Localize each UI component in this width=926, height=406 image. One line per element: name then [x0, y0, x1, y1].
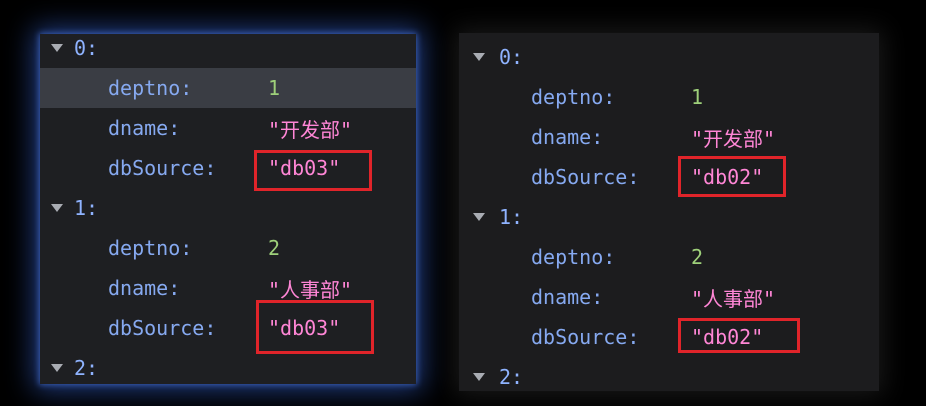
property-value-string: "人事部" [268, 277, 353, 302]
property-value-string: "人事部" [691, 286, 776, 311]
disclosure-triangle-down-icon[interactable] [473, 373, 485, 381]
json-viewer-left: 0: deptno: 1 dname: "开发部" dbSource: "db0… [40, 34, 416, 384]
property-key: dbSource: [531, 165, 640, 189]
tree-node-2[interactable]: 2: [40, 348, 416, 384]
highlight-box [678, 156, 786, 197]
node-index: 2: [74, 356, 99, 380]
highlight-box [256, 300, 374, 354]
property-value-number: 2 [268, 236, 281, 260]
property-key: deptno: [531, 245, 616, 269]
property-key: dname: [531, 125, 604, 149]
node-index: 2: [499, 365, 524, 389]
json-viewer-right: 0: deptno: 1 dname: "开发部" dbSource: "db0… [459, 33, 879, 391]
property-value-number: 1 [268, 76, 281, 100]
node-index: 0: [499, 45, 524, 69]
tree-node-1[interactable]: 1: [459, 197, 879, 237]
node-index: 1: [499, 205, 524, 229]
property-row-deptno[interactable]: deptno: 2 [459, 237, 879, 277]
property-row-dname[interactable]: dname: "人事部" [459, 277, 879, 317]
property-row-dname[interactable]: dname: "开发部" [40, 108, 416, 148]
highlight-box [678, 318, 800, 353]
disclosure-triangle-down-icon[interactable] [51, 44, 63, 52]
disclosure-triangle-down-icon[interactable] [473, 213, 485, 221]
tree-node-0[interactable]: 0: [40, 34, 416, 68]
property-value-number: 1 [691, 85, 704, 109]
tree-node-0[interactable]: 0: [459, 37, 879, 77]
property-key: dbSource: [531, 325, 640, 349]
property-key: dbSource: [108, 156, 217, 180]
highlight-box [254, 150, 372, 191]
property-value-string: "开发部" [691, 126, 776, 151]
property-row-deptno[interactable]: deptno: 1 [40, 68, 416, 108]
tree-node-1[interactable]: 1: [40, 188, 416, 228]
property-key: dname: [108, 116, 181, 140]
property-value-string: "开发部" [268, 117, 353, 142]
property-key: dbSource: [108, 316, 217, 340]
property-row-dbsource[interactable]: dbSource: "db02" [459, 157, 879, 197]
property-row-dbsource[interactable]: dbSource: "db02" [459, 317, 879, 357]
property-value-number: 2 [691, 245, 704, 269]
property-key: dname: [531, 285, 604, 309]
property-row-deptno[interactable]: deptno: 2 [40, 228, 416, 268]
disclosure-triangle-down-icon[interactable] [51, 204, 63, 212]
property-key: deptno: [108, 76, 193, 100]
node-index: 0: [74, 36, 99, 60]
property-key: deptno: [531, 85, 616, 109]
property-key: deptno: [108, 236, 193, 260]
property-row-deptno[interactable]: deptno: 1 [459, 77, 879, 117]
property-row-dname[interactable]: dname: "开发部" [459, 117, 879, 157]
node-index: 1: [74, 196, 99, 220]
tree-node-2[interactable]: 2: [459, 357, 879, 391]
disclosure-triangle-down-icon[interactable] [51, 364, 63, 372]
property-key: dname: [108, 276, 181, 300]
disclosure-triangle-down-icon[interactable] [473, 53, 485, 61]
